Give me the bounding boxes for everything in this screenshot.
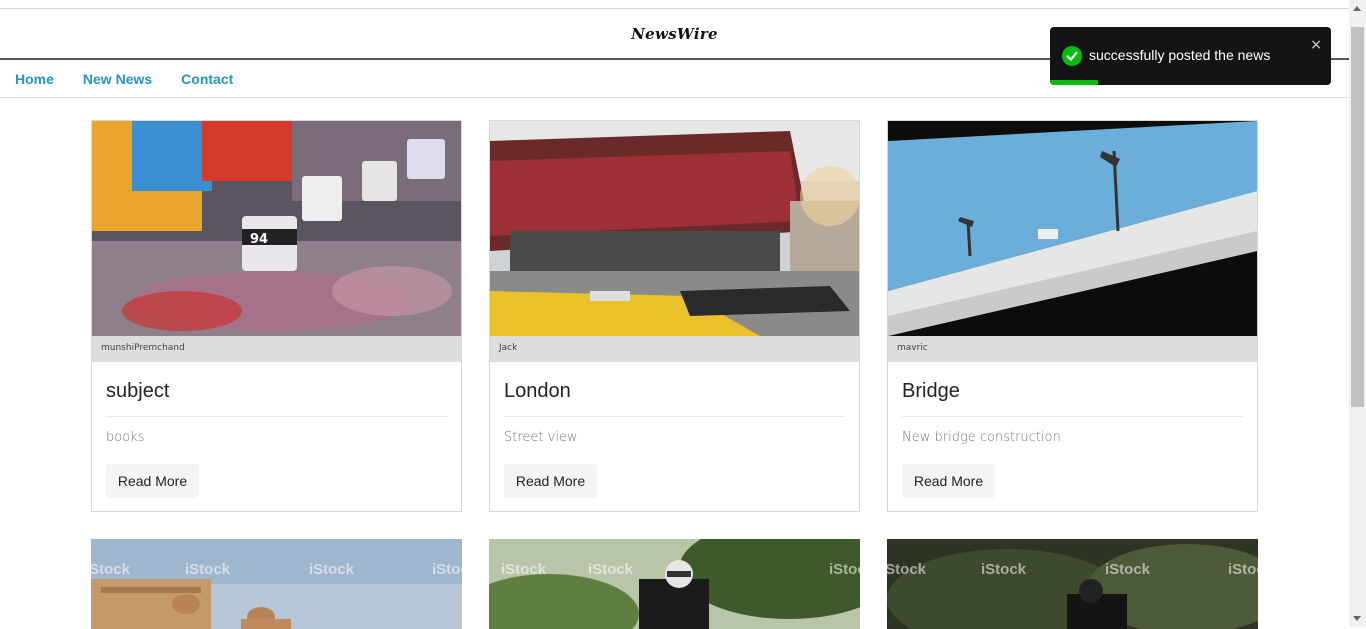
card-description: books <box>106 430 145 445</box>
card-title: London <box>504 380 571 402</box>
card-title: subject <box>106 380 170 402</box>
scrollbar[interactable] <box>1349 0 1366 627</box>
scroll-down-arrow-icon[interactable] <box>1353 616 1361 621</box>
watermark: iStock <box>91 561 131 578</box>
news-image: iStock iStock iStock <box>489 539 860 629</box>
news-card: 94 munshiPremchand subject books Read Mo… <box>91 120 462 512</box>
nav-contact[interactable]: Contact <box>181 71 233 87</box>
news-image <box>888 121 1257 336</box>
news-image: iStock iStock iStock iStock <box>887 539 1258 629</box>
watermark: iStock <box>309 561 355 578</box>
read-more-button[interactable]: Read More <box>504 464 597 498</box>
watermark: iStock <box>1105 561 1151 578</box>
author-label: munshiPremchand <box>92 336 461 362</box>
card-divider <box>504 416 845 417</box>
watermark: iStock <box>829 561 860 578</box>
card-divider <box>106 416 447 417</box>
card-title: Bridge <box>902 380 960 402</box>
author-label: mavric <box>888 336 1257 362</box>
read-more-button[interactable]: Read More <box>106 464 199 498</box>
read-more-button[interactable]: Read More <box>902 464 995 498</box>
author-label: Jack <box>490 336 859 362</box>
news-image: 94 <box>92 121 461 336</box>
svg-text:94: 94 <box>250 232 268 247</box>
check-circle-icon <box>1062 46 1082 66</box>
card-description: New bridge construction <box>902 430 1061 445</box>
watermark: iStock <box>887 561 927 578</box>
news-card: mavric Bridge New bridge construction Re… <box>887 120 1258 512</box>
nav-new-news[interactable]: New News <box>83 71 152 87</box>
close-icon[interactable]: × <box>1310 37 1322 53</box>
success-toast[interactable]: successfully posted the news × <box>1050 27 1331 85</box>
brand-logo[interactable]: NewsWire <box>631 25 718 43</box>
toast-message: successfully posted the news <box>1089 47 1271 63</box>
scrollbar-thumb[interactable] <box>1351 27 1364 407</box>
watermark: iStock <box>185 561 231 578</box>
toast-progress-bar <box>1050 80 1098 85</box>
watermark: iStock <box>1228 561 1258 578</box>
card-description: Street view <box>504 430 578 445</box>
watermark: iStock <box>588 561 634 578</box>
watermark: iStock <box>432 561 462 578</box>
watermark: iStock <box>981 561 1027 578</box>
nav-home[interactable]: Home <box>15 71 54 87</box>
news-image: iStock iStock iStock iStock <box>91 539 462 629</box>
card-divider <box>902 416 1243 417</box>
news-image <box>490 121 859 336</box>
watermark: iStock <box>501 561 547 578</box>
news-card: Jack London Street view Read More <box>489 120 860 512</box>
scroll-up-arrow-icon[interactable] <box>1353 6 1361 11</box>
